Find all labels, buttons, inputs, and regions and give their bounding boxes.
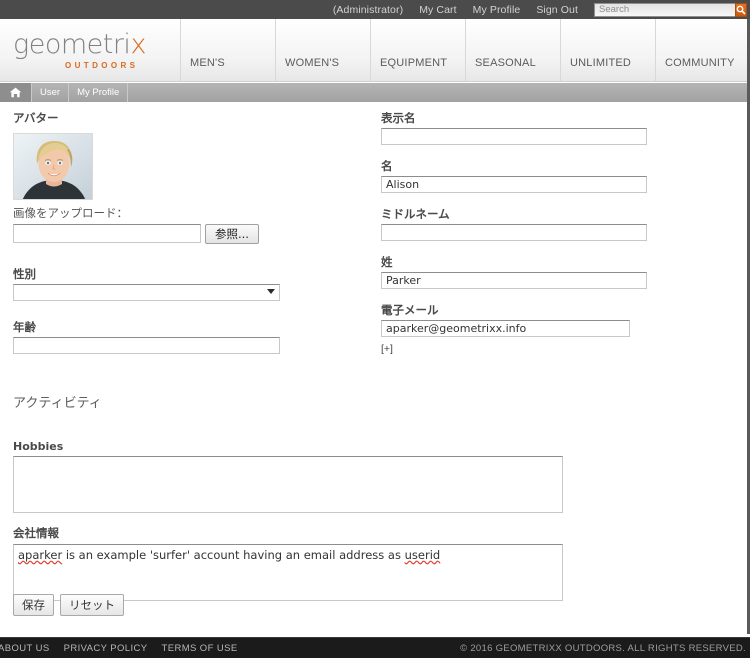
age-label: 年齢 [13, 320, 36, 334]
upload-image-label: 画像をアップロード： [13, 206, 128, 220]
nav-item-unlimited[interactable]: UNLIMITED [560, 19, 655, 81]
footer-copyright: © 2016 GEOMETRIXX OUTDOORS. ALL RIGHTS R… [460, 642, 746, 654]
avatar [13, 133, 93, 200]
nav-label: MEN'S [190, 57, 225, 69]
search-box [594, 2, 747, 17]
footer-link-terms-of-use[interactable]: TERMS OF USE [162, 643, 238, 654]
gender-label: 性別 [13, 267, 36, 281]
profile-left-column: アバター 画像をアップロード： 参照... 性別 年齢 [13, 110, 280, 354]
middle-name-label: ミドルネーム [381, 207, 450, 221]
hobbies-label: Hobbies [13, 440, 64, 453]
gender-select-wrap [13, 284, 280, 301]
nav-item-womens[interactable]: WOMEN'S [275, 19, 370, 81]
page-root: (Administrator) My Cart My Profile Sign … [0, 0, 750, 658]
home-icon [9, 87, 22, 98]
logo-wordmark: geometrix [13, 31, 180, 58]
main-navigation: MEN'S WOMEN'S EQUIPMENT SEASONAL UNLIMIT… [180, 19, 750, 81]
top-utility-bar: (Administrator) My Cart My Profile Sign … [0, 0, 750, 19]
logo-word-text: geometri [13, 28, 131, 60]
nav-item-equipment[interactable]: EQUIPMENT [370, 19, 465, 81]
about-text-userid: userid [404, 548, 441, 562]
sign-out-link[interactable]: Sign Out [536, 4, 578, 16]
email-input[interactable] [381, 320, 630, 337]
display-name-label: 表示名 [381, 111, 416, 125]
footer-link-privacy-policy[interactable]: PRIVACY POLICY [64, 643, 148, 654]
site-header: geometrix OUTDOORS MEN'S WOMEN'S EQUIPME… [0, 19, 750, 82]
search-button[interactable] [735, 2, 747, 17]
nav-item-community[interactable]: COMMUNITY [655, 19, 750, 81]
breadcrumb-item-user[interactable]: User [32, 83, 70, 102]
about-text-aparker: aparker [18, 548, 63, 562]
email-label: 電子メール [381, 303, 439, 317]
logo-x-accent: x [130, 28, 146, 60]
footer-link-about-us[interactable]: ABOUT US [0, 643, 50, 654]
nav-label: SEASONAL [475, 57, 536, 69]
about-label: 会社情報 [13, 526, 59, 540]
last-name-label: 姓 [381, 255, 393, 269]
nav-label: WOMEN'S [285, 57, 340, 69]
display-name-input[interactable] [381, 128, 647, 145]
nav-label: EQUIPMENT [380, 57, 448, 69]
reset-button[interactable]: リセット [60, 594, 124, 616]
breadcrumb-label: My Profile [77, 87, 120, 98]
profile-right-column: 表示名 名 ミドルネーム 姓 電子メール [+] [381, 110, 647, 355]
nav-label: UNLIMITED [570, 57, 632, 69]
breadcrumb-item-my-profile[interactable]: My Profile [69, 83, 129, 102]
about-textarea[interactable]: aparker is an example 'surfer' account h… [13, 544, 563, 601]
age-input[interactable] [13, 337, 280, 354]
site-logo[interactable]: geometrix OUTDOORS [0, 19, 180, 81]
search-input[interactable] [594, 2, 735, 17]
breadcrumb-label: User [40, 87, 61, 98]
gender-select[interactable] [13, 284, 280, 301]
site-footer: ABOUT US PRIVACY POLICY TERMS OF USE © 2… [0, 637, 750, 658]
middle-name-input[interactable] [381, 224, 647, 241]
browse-button[interactable]: 参照... [205, 224, 259, 244]
my-profile-link[interactable]: My Profile [473, 4, 521, 16]
nav-item-mens[interactable]: MEN'S [180, 19, 275, 81]
save-button[interactable]: 保存 [13, 594, 54, 616]
search-icon [736, 5, 746, 15]
form-actions: 保存 リセット [13, 594, 124, 616]
hobbies-textarea[interactable] [13, 456, 563, 513]
last-name-input[interactable] [381, 272, 647, 289]
breadcrumb: User My Profile [0, 83, 750, 102]
first-name-label: 名 [381, 159, 393, 173]
about-text-middle: is an example 'surfer' account having an… [62, 548, 405, 562]
activity-section: アクティビティ Hobbies 会社情報 aparker is an examp… [13, 392, 563, 601]
footer-links: ABOUT US PRIVACY POLICY TERMS OF USE [0, 643, 238, 654]
upload-row: 参照... [13, 224, 280, 244]
email-add-button[interactable]: [+] [381, 343, 647, 355]
nav-label: COMMUNITY [665, 57, 735, 69]
breadcrumb-home[interactable] [0, 83, 32, 102]
first-name-input[interactable] [381, 176, 647, 193]
avatar-label: アバター [13, 111, 59, 125]
nav-item-seasonal[interactable]: SEASONAL [465, 19, 560, 81]
upload-path-input[interactable] [13, 224, 201, 243]
activity-heading: アクティビティ [13, 396, 102, 411]
my-cart-link[interactable]: My Cart [419, 4, 456, 16]
administrator-label: (Administrator) [332, 3, 404, 16]
logo-tagline: OUTDOORS [65, 60, 139, 70]
